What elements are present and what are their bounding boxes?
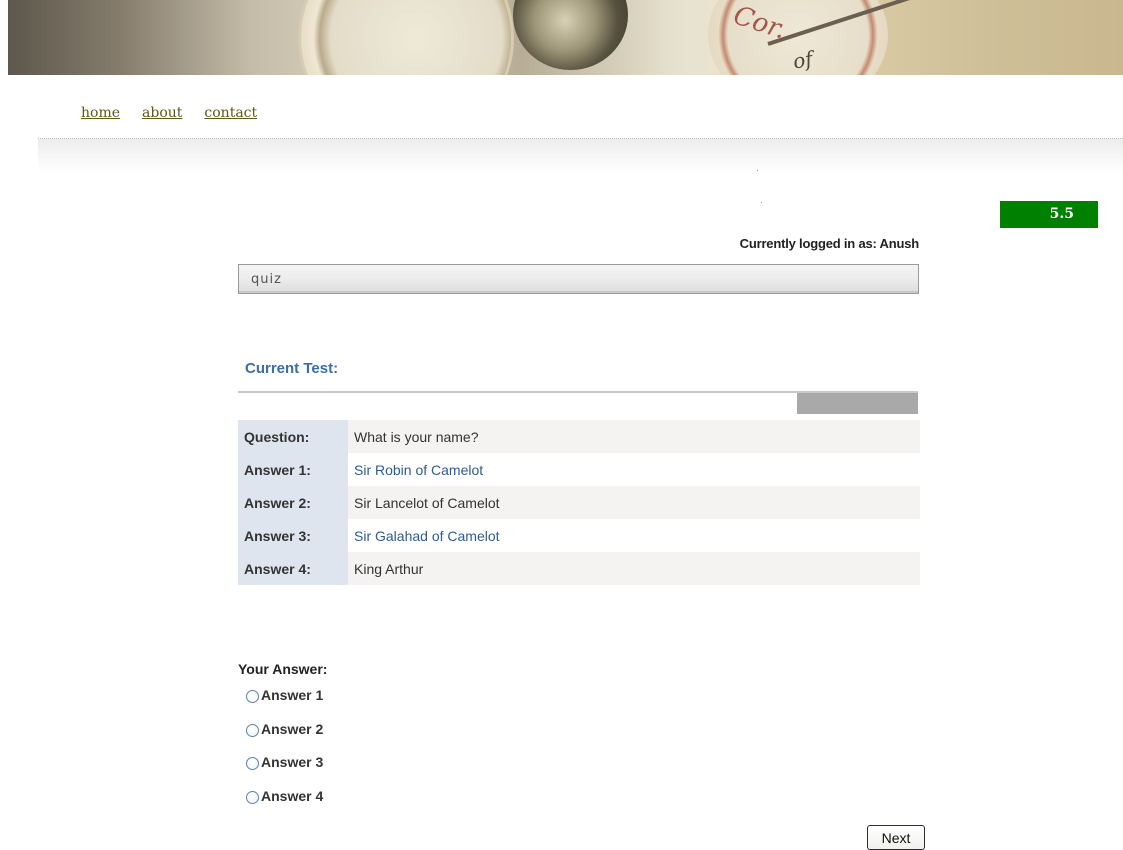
answer-label: Answer 2: xyxy=(238,486,348,519)
section-header-bar: quiz xyxy=(238,264,919,294)
table-row-answer-2: Answer 2: Sir Lancelot of Camelot xyxy=(238,486,920,519)
answer-label: Answer 3: xyxy=(238,519,348,552)
current-test-heading: Current Test: xyxy=(245,360,339,377)
top-nav: home about contact xyxy=(81,104,279,122)
radio-button[interactable] xyxy=(246,690,259,703)
answer-option-label: Answer 4 xyxy=(261,787,324,804)
stray-dot xyxy=(761,202,762,203)
nav-link-home[interactable]: home xyxy=(81,105,120,121)
radio-button[interactable] xyxy=(246,757,259,770)
question-table: Question: What is your name? Answer 1: S… xyxy=(238,420,920,585)
answer-option-label: Answer 3 xyxy=(261,754,324,770)
answer-text: Sir Galahad of Camelot xyxy=(354,527,500,544)
answer-option-label: Answer 2 xyxy=(261,720,324,737)
nav-link-contact[interactable]: contact xyxy=(204,105,257,121)
nav-shadow-band xyxy=(38,139,1123,173)
next-button[interactable]: Next xyxy=(867,825,925,850)
answer-option-label: Answer 1 xyxy=(261,687,324,703)
answer-radio-group: Answer 1 Answer 2 Answer 3 Answer 4 xyxy=(246,687,323,821)
question-label: Question: xyxy=(238,420,348,453)
heading-accent-block xyxy=(797,393,918,414)
table-row-answer-1: Answer 1: Sir Robin of Camelot xyxy=(238,453,920,486)
banner-seal-disc xyxy=(298,0,514,75)
score-badge: 5.5 xyxy=(1000,201,1098,228)
banner-inkpot xyxy=(513,0,628,70)
table-row-question: Question: What is your name? xyxy=(238,420,920,453)
answer-option-3[interactable]: Answer 3 xyxy=(246,754,323,788)
answer-option-2[interactable]: Answer 2 xyxy=(246,721,323,755)
answer-text: Sir Lancelot of Camelot xyxy=(348,486,920,519)
answer-option-1[interactable]: Answer 1 xyxy=(246,687,323,721)
nav-link-about[interactable]: about xyxy=(142,105,182,121)
table-row-answer-4: Answer 4: King Arthur xyxy=(238,552,920,585)
header-banner-image: Cor. of xyxy=(8,0,1123,75)
your-answer-label: Your Answer: xyxy=(238,661,328,677)
radio-button[interactable] xyxy=(246,723,259,737)
stray-dot xyxy=(757,170,758,171)
section-title: quiz xyxy=(251,272,282,287)
answer-label: Answer 4: xyxy=(238,552,348,585)
question-text: What is your name? xyxy=(348,420,920,453)
banner-script-text: of xyxy=(791,46,815,74)
answer-text: King Arthur xyxy=(348,552,920,585)
logged-in-status: Currently logged in as: Anush xyxy=(739,236,920,251)
table-row-answer-3: Answer 3: Sir Galahad of Camelot xyxy=(238,519,920,552)
answer-label: Answer 1: xyxy=(238,453,348,486)
answer-text: Sir Robin of Camelot xyxy=(354,461,484,478)
radio-button[interactable] xyxy=(246,790,259,804)
answer-option-4[interactable]: Answer 4 xyxy=(246,788,323,822)
